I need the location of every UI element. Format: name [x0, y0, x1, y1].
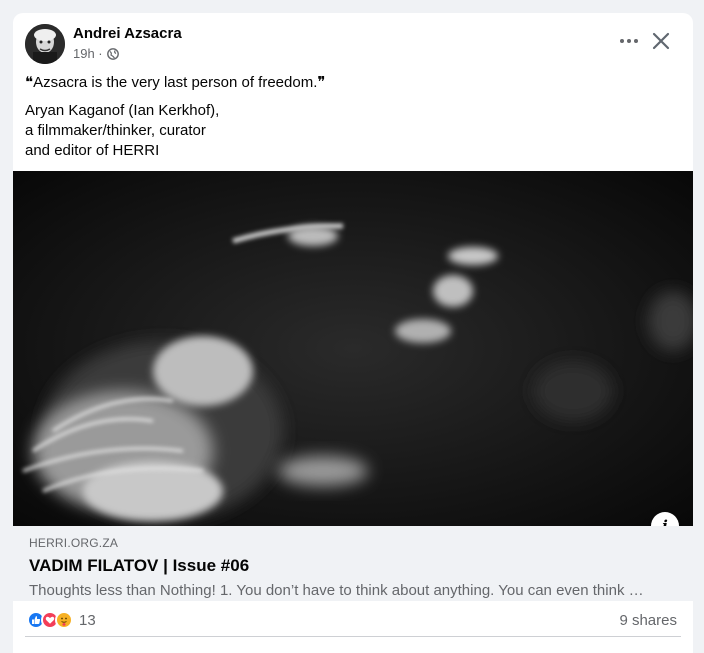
post-text: ❝Azsacra is the very last person of free… [13, 73, 693, 161]
close-icon[interactable] [647, 27, 675, 55]
link-domain: HERRI.ORG.ZA [29, 536, 119, 550]
link-preview-image[interactable]: i [13, 171, 693, 526]
post-stats: 13 9 shares [13, 601, 693, 639]
reaction-count[interactable]: 13 [79, 612, 96, 629]
more-options-icon[interactable] [617, 29, 641, 53]
post-meta: 19h · [73, 46, 119, 61]
reactions-summary[interactable]: 13 [27, 611, 96, 629]
post-attribution: Aryan Kaganof (Ian Kerkhof), a filmmaker… [25, 101, 681, 161]
post-card: Andrei Azsacra 19h · ❝Azsacra is the ver… [13, 13, 693, 653]
care-icon [55, 611, 73, 629]
author-name[interactable]: Andrei Azsacra [73, 25, 182, 42]
post-quote: ❝Azsacra is the very last person of free… [25, 74, 326, 91]
author-avatar[interactable] [25, 24, 65, 64]
divider [25, 636, 681, 637]
post-time[interactable]: 19h · [73, 46, 103, 61]
post-header: Andrei Azsacra 19h · [13, 13, 693, 73]
attribution-line: a filmmaker/thinker, curator [25, 122, 206, 139]
globe-icon [106, 47, 119, 60]
attribution-line: Aryan Kaganof (Ian Kerkhof), [25, 102, 220, 119]
link-description: Thoughts less than Nothing! 1. You don’t… [29, 582, 644, 599]
shares-count[interactable]: 9 shares [619, 612, 677, 629]
link-title[interactable]: VADIM FILATOV | Issue #06 [29, 556, 677, 576]
link-preview[interactable]: HERRI.ORG.ZA VADIM FILATOV | Issue #06 T… [13, 526, 693, 601]
attribution-line: and editor of HERRI [25, 142, 160, 159]
